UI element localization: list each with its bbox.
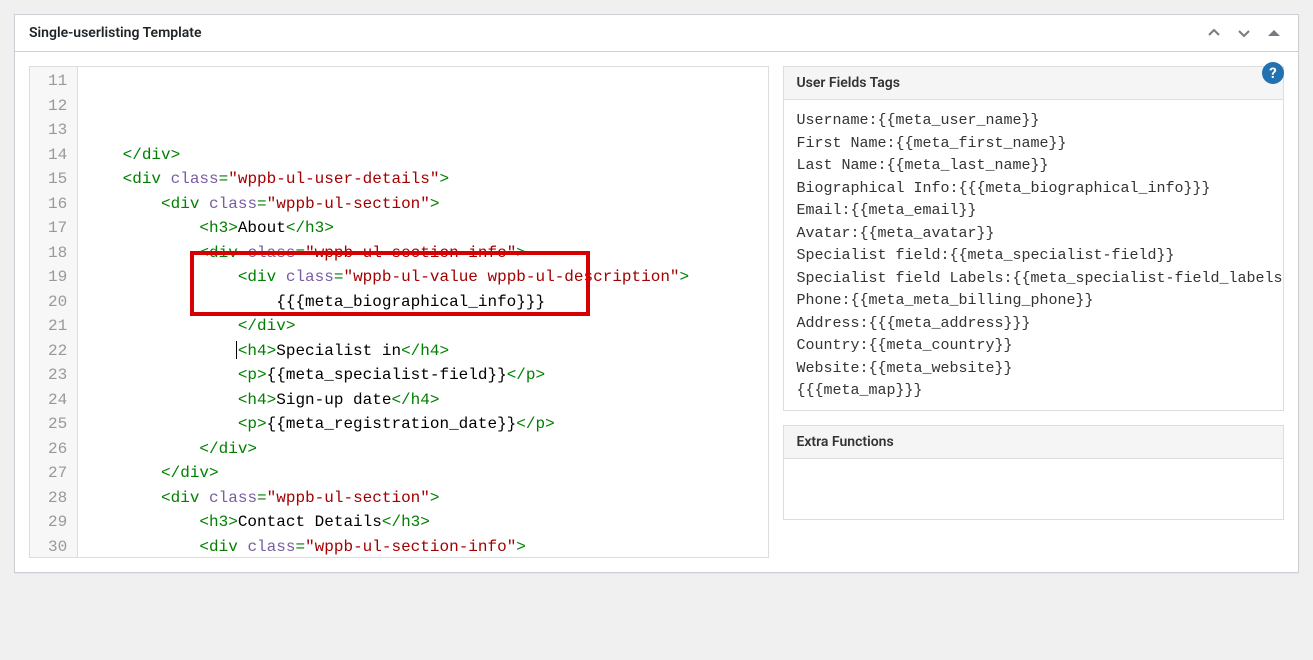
chevron-down-icon [1234,23,1254,43]
code-line[interactable]: <div class="wppb-ul-section"> [84,486,768,511]
field-tag-line[interactable]: Website:{{meta_website}} [796,358,1283,381]
line-number: 14 [48,143,67,168]
code-line[interactable]: <p>{{meta_specialist-field}}</p> [84,363,768,388]
code-line[interactable]: <h3>Contact Details</h3> [84,510,768,535]
panel-title: Single-userlisting Template [15,15,1200,51]
extra-functions-body[interactable] [784,459,1283,519]
user-fields-panel: User Fields Tags Username:{{meta_user_na… [783,66,1284,411]
code-line[interactable]: <div class="wppb-ul-section-info"> [84,535,768,558]
code-line[interactable]: </div> [84,314,768,339]
code-line[interactable]: <h4>Specialist in</h4> [84,339,768,364]
line-number: 21 [48,314,67,339]
field-tag-line[interactable]: Country:{{meta_country}} [796,335,1283,358]
field-tag-line[interactable]: Username:{{meta_user_name}} [796,110,1283,133]
line-number: 16 [48,192,67,217]
line-gutter: 1112131415161718192021222324252627282930… [30,67,78,557]
line-number: 15 [48,167,67,192]
field-tag-line[interactable]: Phone:{{meta_meta_billing_phone}} [796,290,1283,313]
line-number: 22 [48,339,67,364]
code-line[interactable]: <h3>About</h3> [84,216,768,241]
line-number: 12 [48,94,67,119]
caret-up-icon [1264,23,1284,43]
sidebar: User Fields Tags Username:{{meta_user_na… [783,66,1284,558]
template-panel: Single-userlisting Template ? 1112131415… [14,14,1299,573]
field-tag-line[interactable]: Email:{{meta_email}} [796,200,1283,223]
code-line[interactable]: </div> [84,437,768,462]
line-number: 17 [48,216,67,241]
code-line[interactable]: {{{meta_biographical_info}}} [84,290,768,315]
line-number: 20 [48,290,67,315]
panel-header: Single-userlisting Template [15,15,1298,52]
line-number: 18 [48,241,67,266]
line-number: 29 [48,510,67,535]
line-number: 23 [48,363,67,388]
line-number: 19 [48,265,67,290]
field-tag-line[interactable]: Specialist field:{{meta_specialist-field… [796,245,1283,268]
line-number: 24 [48,388,67,413]
code-line[interactable]: <div class="wppb-ul-section-info"> [84,241,768,266]
user-fields-header: User Fields Tags [784,67,1283,100]
code-line[interactable]: </div> [84,143,768,168]
line-number: 26 [48,437,67,462]
line-number: 28 [48,486,67,511]
field-tag-line[interactable]: Specialist field Labels:{{meta_specialis… [796,268,1283,291]
extra-functions-header: Extra Functions [784,426,1283,459]
content-row: 1112131415161718192021222324252627282930… [29,66,1284,558]
user-fields-body[interactable]: Username:{{meta_user_name}}First Name:{{… [784,100,1283,410]
line-number: 27 [48,461,67,486]
code-editor[interactable]: 1112131415161718192021222324252627282930… [29,66,769,558]
move-down-button[interactable] [1230,19,1258,47]
field-tag-line[interactable]: First Name:{{meta_first_name}} [796,133,1283,156]
line-number: 13 [48,118,67,143]
extra-functions-panel: Extra Functions [783,425,1284,520]
help-button[interactable]: ? [1262,62,1284,84]
field-tag-line[interactable]: Last Name:{{meta_last_name}} [796,155,1283,178]
chevron-up-icon [1204,23,1224,43]
field-tag-line[interactable]: Address:{{{meta_address}}} [796,313,1283,336]
code-line[interactable]: </div> [84,461,768,486]
code-line[interactable]: <p>{{meta_registration_date}}</p> [84,412,768,437]
panel-actions [1200,19,1298,47]
code-line[interactable]: <div class="wppb-ul-user-details"> [84,167,768,192]
code-lines[interactable]: </div> <div class="wppb-ul-user-details"… [78,67,768,557]
code-line[interactable]: <h4>Sign-up date</h4> [84,388,768,413]
line-number: 30 [48,535,67,558]
field-tag-line[interactable]: {{{meta_map}}} [796,380,1283,403]
line-number: 11 [48,69,67,94]
field-tag-line[interactable]: Avatar:{{meta_avatar}} [796,223,1283,246]
move-up-button[interactable] [1200,19,1228,47]
code-scroll[interactable]: 1112131415161718192021222324252627282930… [30,67,768,557]
panel-body: ? 11121314151617181920212223242526272829… [15,52,1298,572]
line-number: 25 [48,412,67,437]
toggle-panel-button[interactable] [1260,19,1288,47]
code-line[interactable]: <div class="wppb-ul-section"> [84,192,768,217]
field-tag-line[interactable]: Biographical Info:{{{meta_biographical_i… [796,178,1283,201]
code-line[interactable]: <div class="wppb-ul-value wppb-ul-descri… [84,265,768,290]
